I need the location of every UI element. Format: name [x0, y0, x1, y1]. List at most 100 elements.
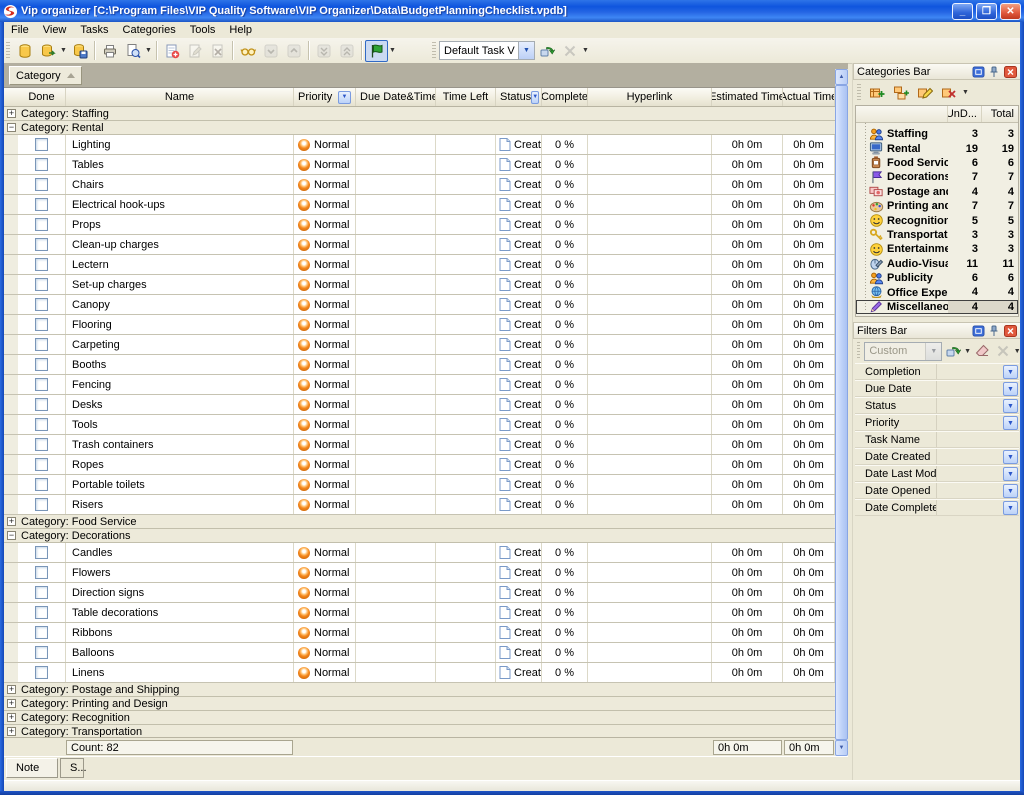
done-checkbox[interactable] — [35, 178, 48, 191]
filter-value-dropdown-icon[interactable] — [1003, 416, 1018, 430]
move-top-button[interactable] — [335, 40, 358, 62]
column-header-hyperlink[interactable]: Hyperlink — [588, 88, 712, 106]
filter-value-dropdown-icon[interactable] — [1003, 399, 1018, 413]
done-checkbox[interactable] — [35, 478, 48, 491]
filter-value-dropdown-icon[interactable] — [1003, 450, 1018, 464]
delete-view-button[interactable] — [558, 40, 581, 62]
new-database-button[interactable] — [13, 40, 36, 62]
done-checkbox[interactable] — [35, 218, 48, 231]
task-row-direction-signs[interactable]: Direction signs Normal Create 0 % 0h 0m … — [4, 583, 835, 603]
task-row-linens[interactable]: Linens Normal Create 0 % 0h 0m 0h 0m — [4, 663, 835, 683]
expand-icon[interactable] — [7, 109, 16, 118]
task-row-lighting[interactable]: Lighting Normal Create 0 % 0h 0m 0h 0m — [4, 135, 835, 155]
view-details-button[interactable] — [236, 40, 259, 62]
group-row-category-staffing[interactable]: Category: Staffing — [4, 107, 835, 121]
menu-tasks[interactable]: Tasks — [73, 23, 115, 37]
task-row-risers[interactable]: Risers Normal Create 0 % 0h 0m 0h 0m — [4, 495, 835, 515]
task-row-trash-containers[interactable]: Trash containers Normal Create 0 % 0h 0m… — [4, 435, 835, 455]
dropdown-caret-icon[interactable] — [581, 47, 590, 54]
done-checkbox[interactable] — [35, 546, 48, 559]
task-row-balloons[interactable]: Balloons Normal Create 0 % 0h 0m 0h 0m — [4, 643, 835, 663]
filter-value-dropdown-icon[interactable] — [1003, 382, 1018, 396]
category-row-entertainmen[interactable]: Entertainmen 3 3 — [856, 242, 1018, 256]
column-header-name[interactable]: Name — [66, 88, 294, 106]
category-row-recognition[interactable]: Recognition 5 5 — [856, 213, 1018, 227]
category-row-postage-and[interactable]: Postage and 4 4 — [856, 185, 1018, 199]
done-checkbox[interactable] — [35, 278, 48, 291]
done-checkbox[interactable] — [35, 566, 48, 579]
group-row-category-rental[interactable]: Category: Rental — [4, 121, 835, 135]
menu-categories[interactable]: Categories — [116, 23, 183, 37]
task-row-tables[interactable]: Tables Normal Create 0 % 0h 0m 0h 0m — [4, 155, 835, 175]
print-preview-button[interactable] — [121, 40, 144, 62]
minimize-button[interactable]: _ — [952, 3, 973, 20]
column-header-estimated-time[interactable]: Estimated Time — [712, 88, 783, 106]
expand-icon[interactable] — [7, 685, 16, 694]
filter-dropdown-icon[interactable] — [338, 91, 351, 104]
menu-file[interactable]: File — [4, 23, 36, 37]
task-row-tools[interactable]: Tools Normal Create 0 % 0h 0m 0h 0m — [4, 415, 835, 435]
task-row-ribbons[interactable]: Ribbons Normal Create 0 % 0h 0m 0h 0m — [4, 623, 835, 643]
filter-value-dropdown-icon[interactable] — [1003, 501, 1018, 515]
done-checkbox[interactable] — [35, 198, 48, 211]
category-row-audio-visual[interactable]: Audio-Visual 11 11 — [856, 257, 1018, 271]
group-row-category-food-service[interactable]: Category: Food Service — [4, 515, 835, 529]
menu-view[interactable]: View — [36, 23, 74, 37]
done-checkbox[interactable] — [35, 626, 48, 639]
scroll-up-icon[interactable] — [835, 69, 848, 85]
scrollbar-thumb[interactable] — [835, 85, 848, 740]
group-by-category-button[interactable]: Category — [9, 66, 82, 85]
dropdown-caret-icon[interactable] — [964, 348, 972, 355]
task-row-flooring[interactable]: Flooring Normal Create 0 % 0h 0m 0h 0m — [4, 315, 835, 335]
done-checkbox[interactable] — [35, 498, 48, 511]
column-header-status[interactable]: Status — [496, 88, 542, 106]
group-row-category-transportation[interactable]: Category: Transportation — [4, 725, 835, 737]
done-checkbox[interactable] — [35, 158, 48, 171]
add-category-button[interactable] — [865, 82, 888, 104]
collapse-icon[interactable] — [7, 531, 16, 540]
delete-task-button[interactable] — [206, 40, 229, 62]
pin-panel-icon[interactable] — [987, 324, 1001, 337]
task-row-props[interactable]: Props Normal Create 0 % 0h 0m 0h 0m — [4, 215, 835, 235]
category-row-office-expen[interactable]: Office Expen 4 4 — [856, 285, 1018, 299]
column-header-priority[interactable]: Priority — [294, 88, 356, 106]
dropdown-caret-icon[interactable] — [388, 47, 397, 54]
group-row-category-postage-and-shipping[interactable]: Category: Postage and Shipping — [4, 683, 835, 697]
column-header-complete[interactable]: Complete — [542, 88, 588, 106]
expand-icon[interactable] — [7, 517, 16, 526]
task-row-booths[interactable]: Booths Normal Create 0 % 0h 0m 0h 0m — [4, 355, 835, 375]
done-checkbox[interactable] — [35, 586, 48, 599]
scroll-down-icon[interactable] — [835, 740, 848, 756]
filter-dropdown-icon[interactable] — [531, 91, 539, 104]
column-header-done[interactable]: Done — [18, 88, 66, 106]
category-row-rental[interactable]: Rental 19 19 — [856, 141, 1018, 155]
filter-value-dropdown-icon[interactable] — [1003, 484, 1018, 498]
move-up-button[interactable] — [282, 40, 305, 62]
float-panel-icon[interactable] — [971, 324, 985, 337]
task-view-combo[interactable]: Default Task V — [439, 41, 535, 60]
menu-help[interactable]: Help — [222, 23, 259, 37]
column-header-actual-time[interactable]: Actual Time — [783, 88, 835, 106]
task-row-fencing[interactable]: Fencing Normal Create 0 % 0h 0m 0h 0m — [4, 375, 835, 395]
filter-value-dropdown-icon[interactable] — [1003, 467, 1018, 481]
category-row-printing-and-i[interactable]: Printing and I 7 7 — [856, 199, 1018, 213]
vertical-scrollbar[interactable] — [835, 69, 848, 756]
filter-flag-button[interactable] — [365, 40, 388, 62]
done-checkbox[interactable] — [35, 358, 48, 371]
done-checkbox[interactable] — [35, 646, 48, 659]
task-row-carpeting[interactable]: Carpeting Normal Create 0 % 0h 0m 0h 0m — [4, 335, 835, 355]
erase-filter-button[interactable] — [972, 340, 992, 362]
done-checkbox[interactable] — [35, 606, 48, 619]
print-button[interactable] — [98, 40, 121, 62]
category-row-miscellaneou[interactable]: Miscellaneou 4 4 — [856, 300, 1018, 314]
edit-task-button[interactable] — [183, 40, 206, 62]
delete-filter-button[interactable] — [993, 340, 1013, 362]
tab-s[interactable]: S... — [60, 758, 84, 778]
delete-category-button[interactable] — [937, 82, 960, 104]
filter-preset-combo[interactable]: Custom — [864, 342, 942, 361]
dropdown-caret-icon[interactable] — [59, 47, 68, 54]
category-row-staffing[interactable]: Staffing 3 3 — [856, 127, 1018, 141]
done-checkbox[interactable] — [35, 338, 48, 351]
task-row-canopy[interactable]: Canopy Normal Create 0 % 0h 0m 0h 0m — [4, 295, 835, 315]
category-row-decorations[interactable]: Decorations 7 7 — [856, 170, 1018, 184]
